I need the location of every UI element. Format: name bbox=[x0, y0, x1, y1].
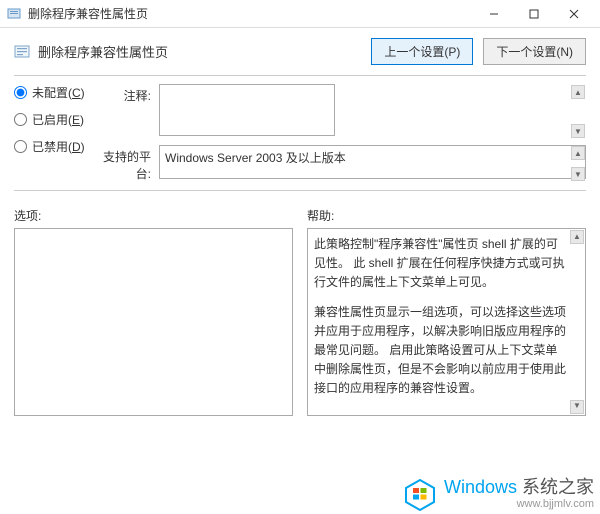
platform-value: Windows Server 2003 及以上版本 bbox=[159, 145, 586, 179]
radio-label: 未配置(C) bbox=[32, 84, 85, 101]
platform-row: 支持的平台: Windows Server 2003 及以上版本 ▲ ▼ bbox=[99, 145, 586, 182]
radio-disabled[interactable]: 已禁用(D) bbox=[14, 138, 99, 155]
header-row: 删除程序兼容性属性页 上一个设置(P) 下一个设置(N) bbox=[0, 28, 600, 73]
radio-not-configured[interactable]: 未配置(C) bbox=[14, 84, 99, 101]
watermark: Windows 系统之家 www.bjjmlv.com bbox=[402, 476, 594, 512]
separator bbox=[14, 190, 586, 191]
fields-column: 注释: ▲ ▼ 支持的平台: Windows Server 2003 及以上版本… bbox=[99, 84, 586, 188]
radio-enabled-input[interactable] bbox=[14, 113, 27, 126]
scroll-up-icon[interactable]: ▲ bbox=[571, 146, 585, 160]
radio-label: 已启用(E) bbox=[32, 111, 84, 128]
scroll-down-icon[interactable]: ▼ bbox=[571, 167, 585, 181]
minimize-button[interactable] bbox=[474, 1, 514, 27]
policy-icon bbox=[14, 44, 30, 60]
help-paragraph: 此策略控制"程序兼容性"属性页 shell 扩展的可见性。 此 shell 扩展… bbox=[314, 235, 569, 293]
options-panel bbox=[14, 228, 293, 416]
separator bbox=[14, 75, 586, 76]
titlebar: 删除程序兼容性属性页 bbox=[0, 0, 600, 28]
watermark-url: www.bjjmlv.com bbox=[444, 498, 594, 510]
radio-enabled[interactable]: 已启用(E) bbox=[14, 111, 99, 128]
help-panel: 此策略控制"程序兼容性"属性页 shell 扩展的可见性。 此 shell 扩展… bbox=[307, 228, 586, 416]
comment-label: 注释: bbox=[99, 84, 159, 139]
comment-row: 注释: ▲ ▼ bbox=[99, 84, 586, 139]
radio-disabled-input[interactable] bbox=[14, 140, 27, 153]
close-button[interactable] bbox=[554, 1, 594, 27]
radio-label: 已禁用(D) bbox=[32, 138, 85, 155]
comment-textarea[interactable] bbox=[159, 84, 335, 136]
nav-buttons: 上一个设置(P) 下一个设置(N) bbox=[371, 38, 586, 65]
help-paragraph: 兼容性属性页显示一组选项，可以选择这些选项并应用于应用程序，以解决影响旧版应用程… bbox=[314, 303, 569, 399]
scroll-up-icon[interactable]: ▲ bbox=[571, 85, 585, 99]
windows-logo-icon bbox=[402, 476, 438, 512]
radio-not-configured-input[interactable] bbox=[14, 86, 27, 99]
help-column: 帮助: 此策略控制"程序兼容性"属性页 shell 扩展的可见性。 此 shel… bbox=[307, 207, 586, 416]
options-label: 选项: bbox=[14, 207, 293, 224]
previous-setting-button[interactable]: 上一个设置(P) bbox=[371, 38, 473, 65]
window-title: 删除程序兼容性属性页 bbox=[28, 5, 474, 22]
bottom-area: 选项: 帮助: 此策略控制"程序兼容性"属性页 shell 扩展的可见性。 此 … bbox=[0, 199, 600, 416]
app-icon bbox=[6, 6, 22, 22]
scroll-down-icon[interactable]: ▼ bbox=[570, 400, 584, 414]
radio-group: 未配置(C) 已启用(E) 已禁用(D) bbox=[14, 84, 99, 188]
config-area: 未配置(C) 已启用(E) 已禁用(D) 注释: ▲ ▼ 支持的平台: Wind… bbox=[0, 84, 600, 188]
window-controls bbox=[474, 1, 594, 27]
watermark-text: Windows 系统之家 www.bjjmlv.com bbox=[444, 478, 594, 510]
options-column: 选项: bbox=[14, 207, 293, 416]
scroll-down-icon[interactable]: ▼ bbox=[571, 124, 585, 138]
platform-label: 支持的平台: bbox=[99, 145, 159, 182]
help-label: 帮助: bbox=[307, 207, 586, 224]
page-title: 删除程序兼容性属性页 bbox=[38, 42, 371, 61]
maximize-button[interactable] bbox=[514, 1, 554, 27]
next-setting-button[interactable]: 下一个设置(N) bbox=[483, 38, 586, 65]
scroll-up-icon[interactable]: ▲ bbox=[570, 230, 584, 244]
